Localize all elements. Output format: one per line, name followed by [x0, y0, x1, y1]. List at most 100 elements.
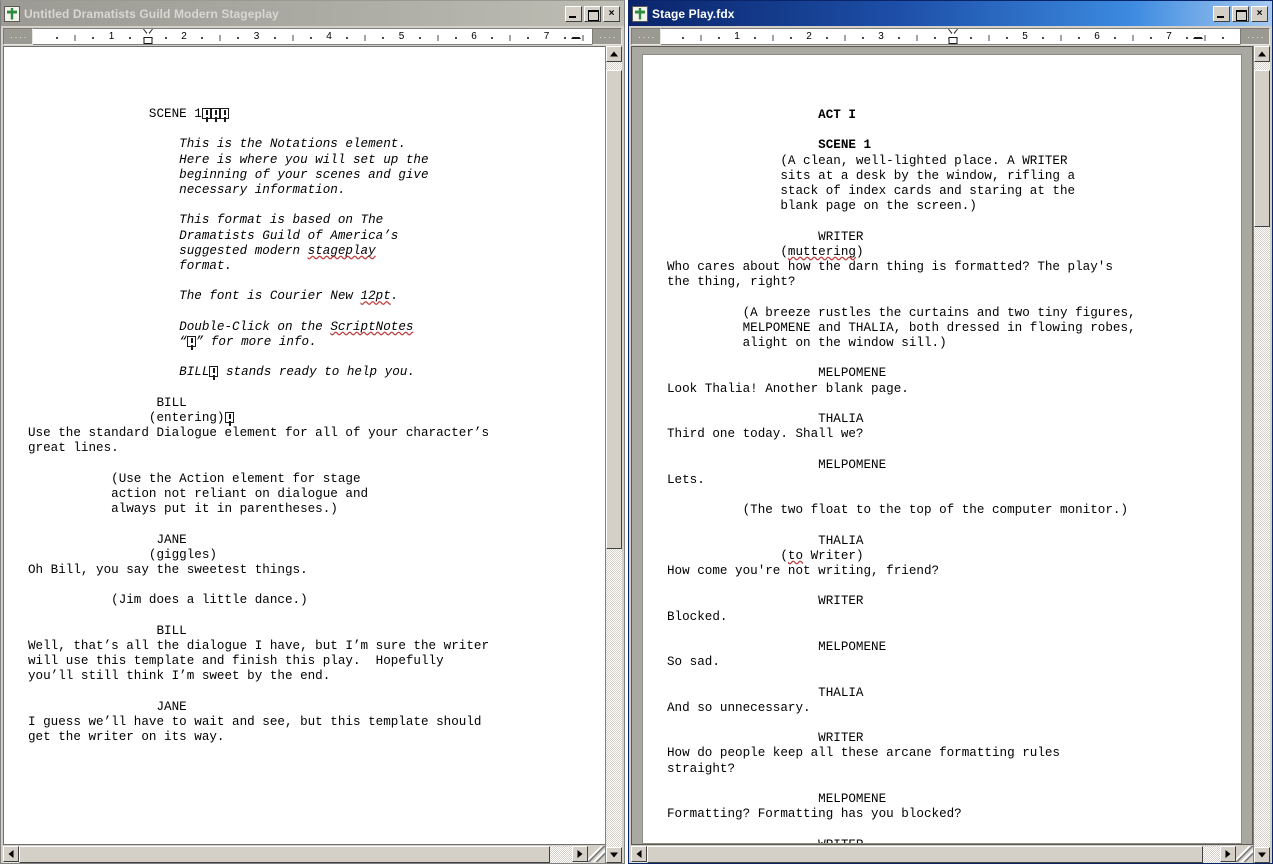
misspelled-word[interactable]: muttering	[788, 245, 856, 259]
script-line[interactable]: you’ll still think I’m sweet by the end.	[28, 669, 605, 684]
script-line[interactable]: sits at a desk by the window, rifling a	[667, 169, 1241, 184]
script-line[interactable]: the thing, right?	[667, 275, 1241, 290]
script-note-marker-icon[interactable]	[224, 411, 234, 423]
ruler-right-indent-marker[interactable]	[1192, 32, 1203, 39]
script-line[interactable]: JANE	[28, 533, 605, 548]
script-line[interactable]: suggested modern stageplay	[28, 244, 605, 259]
script-line[interactable]: get the writer on its way.	[28, 730, 605, 745]
script-line[interactable]: Who cares about how the darn thing is fo…	[667, 260, 1241, 275]
script-heading-line[interactable]: SCENE 1	[667, 138, 1241, 153]
script-heading-line[interactable]: ACT I	[667, 108, 1241, 123]
script-line[interactable]: THALIA	[667, 534, 1241, 549]
titlebar-right[interactable]: Stage Play.fdx ×	[629, 1, 1272, 26]
script-line[interactable]: I guess we’ll have to wait and see, but …	[28, 715, 605, 730]
misspelled-word[interactable]: to	[788, 549, 803, 563]
script-line[interactable]: (Jim does a little dance.)	[28, 593, 605, 608]
script-line[interactable]: Use the standard Dialogue element for al…	[28, 426, 605, 441]
ruler-left[interactable]: 1 2 3 4 5 6 7	[1, 26, 624, 46]
script-line[interactable]: MELPOMENE	[667, 366, 1241, 381]
scroll-up-button-right[interactable]	[1254, 46, 1270, 62]
scroll-right-button-left[interactable]	[572, 846, 588, 862]
script-line[interactable]: Formatting? Formatting has you blocked?	[667, 807, 1241, 822]
script-line[interactable]: BILL	[28, 624, 605, 639]
script-line[interactable]: MELPOMENE and THALIA, both dressed in fl…	[667, 321, 1241, 336]
script-line[interactable]: Well, that’s all the dialogue I have, bu…	[28, 639, 605, 654]
script-line[interactable]: (Use the Action element for stage	[28, 472, 605, 487]
script-line[interactable]: THALIA	[667, 686, 1241, 701]
vertical-scrollbar-right[interactable]	[1253, 46, 1270, 863]
script-line[interactable]: And so unnecessary.	[667, 701, 1241, 716]
script-line[interactable]: beginning of your scenes and give	[28, 168, 605, 183]
script-line[interactable]: (to Writer)	[667, 549, 1241, 564]
script-line[interactable]: will use this template and finish this p…	[28, 654, 605, 669]
script-line[interactable]: (muttering)	[667, 245, 1241, 260]
resize-grip-left[interactable]	[588, 846, 605, 862]
script-line[interactable]: The font is Courier New 12pt.	[28, 289, 605, 304]
script-line[interactable]: SCENE 1	[28, 107, 605, 122]
close-button-right[interactable]: ×	[1251, 5, 1268, 22]
script-line[interactable]: WRITER	[667, 230, 1241, 245]
titlebar-left[interactable]: Untitled Dramatists Guild Modern Stagepl…	[1, 1, 624, 26]
horizontal-scroll-thumb-left[interactable]	[19, 846, 550, 863]
script-line[interactable]: (entering)	[28, 411, 605, 426]
ruler-right[interactable]: 1234567	[629, 26, 1272, 46]
maximize-button-left[interactable]	[584, 5, 601, 22]
script-line[interactable]: action not reliant on dialogue and	[28, 487, 605, 502]
script-line[interactable]: blank page on the screen.)	[667, 199, 1241, 214]
horizontal-scroll-track-left[interactable]	[19, 846, 572, 863]
ruler-right-indent-marker[interactable]	[570, 32, 581, 39]
script-line[interactable]: (A breeze rustles the curtains and two t…	[667, 306, 1241, 321]
script-line[interactable]: WRITER	[667, 731, 1241, 746]
scroll-down-button-right[interactable]	[1254, 847, 1270, 863]
scroll-left-button-right[interactable]	[631, 846, 647, 862]
scroll-left-button-left[interactable]	[3, 846, 19, 862]
script-line[interactable]: This format is based on The	[28, 213, 605, 228]
vertical-scrollbar-left[interactable]	[605, 46, 622, 863]
ruler-left-indent-box[interactable]	[143, 37, 153, 44]
script-line[interactable]: necessary information.	[28, 183, 605, 198]
script-note-marker-icon[interactable]	[201, 108, 211, 119]
script-line[interactable]: alight on the window sill.)	[667, 336, 1241, 351]
scroll-down-button-left[interactable]	[606, 847, 622, 863]
script-line[interactable]: Here is where you will set up the	[28, 153, 605, 168]
script-line[interactable]: BILL	[28, 396, 605, 411]
script-line[interactable]: always put it in parentheses.)	[28, 502, 605, 517]
script-line[interactable]: (giggles)	[28, 548, 605, 563]
script-line[interactable]: MELPOMENE	[667, 458, 1241, 473]
horizontal-scrollbar-right[interactable]	[631, 846, 1236, 863]
script-line[interactable]: So sad.	[667, 655, 1241, 670]
horizontal-scroll-thumb-right[interactable]	[647, 846, 1203, 863]
resize-grip-right[interactable]	[1236, 846, 1253, 862]
script-line[interactable]: How come you're not writing, friend?	[667, 564, 1241, 579]
script-line[interactable]: MELPOMENE	[667, 792, 1241, 807]
document-viewport-left[interactable]: SCENE 1 This is the Notations element. H…	[3, 46, 605, 845]
minimize-button-left[interactable]	[565, 5, 582, 22]
script-line[interactable]: format.	[28, 259, 605, 274]
misspelled-word[interactable]: 12pt	[361, 289, 391, 303]
vertical-scroll-thumb-left[interactable]	[606, 69, 622, 549]
script-line[interactable]: Dramatists Guild of America’s	[28, 229, 605, 244]
script-line[interactable]: great lines.	[28, 441, 605, 456]
vertical-scroll-track-right[interactable]	[1254, 62, 1270, 847]
vertical-scroll-track-left[interactable]	[606, 62, 622, 847]
misspelled-word[interactable]: stageplay	[308, 244, 376, 258]
script-line[interactable]: (A clean, well-lighted place. A WRITER	[667, 154, 1241, 169]
script-line[interactable]: Blocked.	[667, 610, 1241, 625]
script-note-marker-icon[interactable]	[219, 108, 229, 119]
script-line[interactable]: JANE	[28, 700, 605, 715]
script-line[interactable]: “” for more info.	[28, 335, 605, 350]
page-sheet-right[interactable]: ACT I SCENE 1 (A clean, well-lighted pla…	[642, 54, 1242, 844]
script-line[interactable]: MELPOMENE	[667, 640, 1241, 655]
script-line[interactable]: Lets.	[667, 473, 1241, 488]
scroll-up-button-left[interactable]	[606, 46, 622, 62]
script-note-marker-icon[interactable]	[210, 108, 220, 119]
script-line[interactable]: straight?	[667, 762, 1241, 777]
screenplay-text-right[interactable]: ACT I SCENE 1 (A clean, well-lighted pla…	[643, 55, 1241, 843]
script-line[interactable]: WRITER	[667, 594, 1241, 609]
script-line[interactable]: This is the Notations element.	[28, 137, 605, 152]
misspelled-word[interactable]: ScriptNotes	[330, 320, 413, 334]
minimize-button-right[interactable]	[1213, 5, 1230, 22]
script-line[interactable]: Third one today. Shall we?	[667, 427, 1241, 442]
close-button-left[interactable]: ×	[603, 5, 620, 22]
script-note-marker-icon[interactable]	[209, 366, 219, 378]
